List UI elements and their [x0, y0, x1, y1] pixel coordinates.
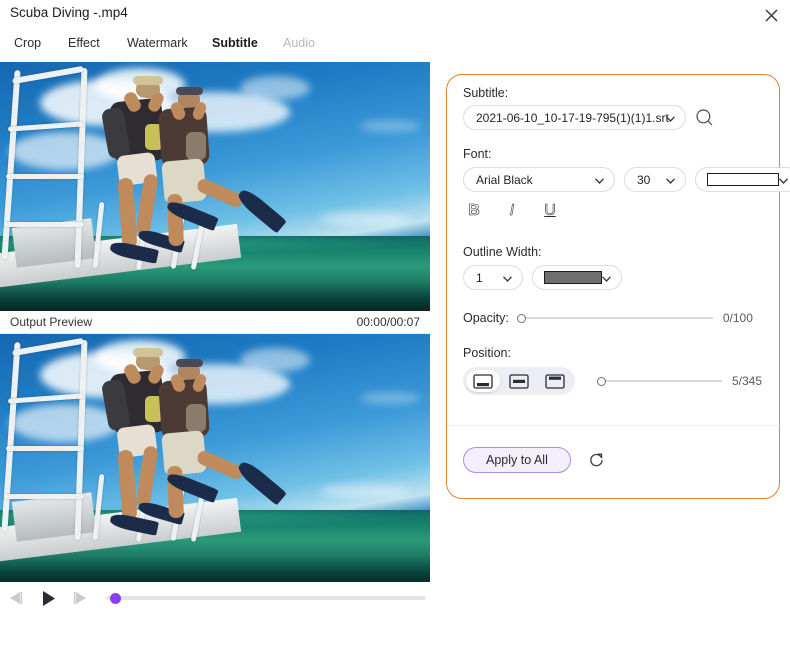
outline-controls-row: 1: [463, 265, 622, 290]
subtitle-file-select[interactable]: 2021-06-10_10-17-19-795(1)(1)1.srt: [463, 105, 686, 130]
ladder-rung: [6, 446, 84, 451]
preview-timecode: 00:00/00:07: [357, 315, 420, 329]
chevron-down-icon: [666, 111, 675, 125]
subtitle-settings-panel: Subtitle: 2021-06-10_10-17-19-795(1)(1)1…: [446, 74, 780, 499]
font-style-buttons: B I U: [463, 200, 561, 222]
cloud: [320, 484, 410, 498]
position-slider[interactable]: [597, 373, 722, 389]
cloud: [360, 120, 420, 132]
position-button-group: [463, 367, 575, 395]
cloud: [10, 404, 120, 442]
font-family-value: Arial Black: [464, 173, 537, 187]
source-video-frame: [0, 62, 430, 311]
position-value: 5/345: [732, 374, 762, 388]
position-bottom-icon: [473, 374, 493, 389]
preview-column: Output Preview 00:00/00:07: [0, 62, 430, 614]
cloud: [240, 348, 310, 372]
position-top-button[interactable]: [538, 370, 572, 392]
ladder-rung: [4, 222, 84, 227]
subtitle-file-row: 2021-06-10_10-17-19-795(1)(1)1.srt: [463, 105, 714, 130]
chevron-down-icon: [779, 173, 788, 187]
cloud: [360, 392, 420, 404]
previous-frame-icon: [8, 591, 24, 605]
cloud: [10, 132, 120, 170]
tab-audio: Audio: [283, 36, 315, 64]
subtitle-file-value: 2021-06-10_10-17-19-795(1)(1)1.srt: [464, 111, 673, 125]
font-size-select[interactable]: 30: [624, 167, 686, 192]
cloud: [320, 212, 410, 226]
outline-width-label: Outline Width:: [463, 245, 542, 259]
close-icon: [765, 9, 778, 22]
cloud: [240, 76, 310, 100]
opacity-slider[interactable]: [517, 310, 713, 326]
reset-button[interactable]: [588, 452, 605, 469]
position-middle-icon: [509, 374, 529, 389]
seek-bar[interactable]: [106, 582, 426, 614]
position-slider-track: [597, 380, 722, 382]
chevron-down-icon: [666, 173, 675, 187]
tab-bar: Crop Effect Watermark Subtitle Audio: [0, 36, 790, 64]
previous-frame-button[interactable]: [0, 582, 32, 614]
font-color-select[interactable]: [695, 167, 790, 192]
search-icon: [695, 108, 714, 127]
output-video-frame: [0, 334, 430, 585]
opacity-row: Opacity: 0/100: [463, 310, 753, 326]
position-middle-button[interactable]: [502, 370, 536, 392]
browse-subtitle-button[interactable]: [695, 108, 714, 127]
position-label: Position:: [463, 346, 511, 360]
underline-button[interactable]: U: [539, 200, 561, 222]
play-button[interactable]: [32, 582, 64, 614]
chevron-down-icon: [503, 271, 512, 285]
opacity-value: 0/100: [723, 311, 753, 325]
font-family-select[interactable]: Arial Black: [463, 167, 615, 192]
panel-divider: [447, 425, 781, 426]
position-controls-row: 5/345: [463, 367, 762, 395]
window-title: Scuba Diving -.mp4: [10, 5, 128, 20]
outline-color-select[interactable]: [532, 265, 622, 290]
font-section-label: Font:: [463, 147, 492, 161]
bold-button[interactable]: B: [463, 200, 485, 222]
next-frame-button[interactable]: [64, 582, 96, 614]
subtitle-section-label: Subtitle:: [463, 86, 508, 100]
font-color-swatch: [707, 173, 779, 186]
apply-to-all-button[interactable]: Apply to All: [463, 447, 571, 473]
seek-thumb[interactable]: [110, 593, 121, 604]
tab-effect[interactable]: Effect: [68, 36, 100, 64]
playback-controls: [0, 582, 430, 614]
apply-row: Apply to All: [463, 447, 605, 473]
tab-watermark[interactable]: Watermark: [127, 36, 188, 64]
ladder-rung: [4, 494, 84, 499]
opacity-slider-track: [517, 317, 713, 319]
outline-color-swatch: [544, 271, 602, 284]
footer-bar: OK Cancel: [0, 620, 790, 669]
opacity-label: Opacity:: [463, 311, 509, 325]
seek-track: [106, 596, 426, 600]
output-preview-label: Output Preview: [10, 315, 92, 329]
reset-icon: [588, 452, 605, 469]
tab-subtitle[interactable]: Subtitle: [212, 36, 258, 64]
tab-crop[interactable]: Crop: [14, 36, 41, 64]
opacity-slider-thumb[interactable]: [517, 314, 526, 323]
position-slider-thumb[interactable]: [597, 377, 606, 386]
play-icon: [40, 590, 57, 607]
output-preview-bar: Output Preview 00:00/00:07: [0, 311, 430, 334]
position-bottom-button[interactable]: [466, 370, 500, 392]
outline-width-select[interactable]: 1: [463, 265, 523, 290]
title-bar: Scuba Diving -.mp4: [0, 0, 790, 30]
close-button[interactable]: [756, 2, 786, 28]
ladder-rung: [6, 174, 84, 179]
chevron-down-icon: [602, 271, 611, 285]
outline-width-value: 1: [464, 271, 487, 285]
font-controls-row: Arial Black 30: [463, 167, 790, 192]
subtitle-editor-window: Scuba Diving -.mp4 Crop Effect Watermark…: [0, 0, 790, 669]
next-frame-icon: [72, 591, 88, 605]
chevron-down-icon: [595, 173, 604, 187]
position-top-icon: [545, 374, 565, 389]
font-size-value: 30: [625, 173, 654, 187]
italic-button[interactable]: I: [501, 200, 523, 222]
